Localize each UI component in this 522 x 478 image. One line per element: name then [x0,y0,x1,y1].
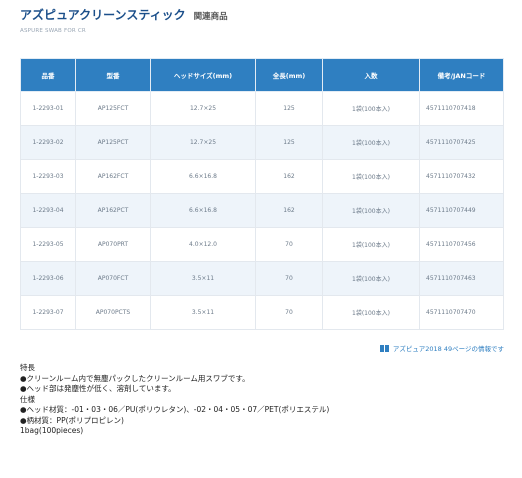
item-number-cell: 1-2293-03 [20,159,76,194]
spec-item: 1bag(100pieces) [20,426,84,435]
head-size-cell: 3.5×11 [150,261,256,296]
book-icon [379,344,389,352]
spec-item: ●ヘッド材質：-01・03・06／PU(ポリウレタン)、-02・04・05・07… [20,405,330,414]
table-row: 1-2293-07 AP070PCTS 3.5×11 70 1袋(100本入) 45711… [20,295,504,330]
specs-section: 特長 ●クリーンルーム内で無塵パックしたクリーンルーム用スワブです。 ●ヘッド部… [20,363,329,437]
table-row: 1-2293-04 AP162PCT 6.6×16.8 162 1袋(100本入) 457… [20,193,504,228]
head-size-cell: 12.7×25 [150,125,256,160]
jan-code-cell: 4571110707470 [419,295,504,330]
jan-code-cell: 4571110707449 [419,193,504,228]
page-header: アズピュアクリーンスティック 関連商品 ASPURE SWAB FOR CR [20,6,522,34]
head-size-cell: 4.0×12.0 [150,227,256,262]
model-number-cell: AP162PCT [75,193,151,228]
quantity-cell: 1袋(100本入) [322,295,420,330]
table-row: 1-2293-05 AP070PRT 4.0×12.0 70 1袋(100本入) 4571… [20,227,504,262]
length-cell: 70 [255,227,323,262]
model-number-cell: AP070FCT [75,261,151,296]
column-header: 備考/JANコード [419,58,504,92]
table-row: 1-2293-06 AP070FCT 3.5×11 70 1袋(100本入) 457111… [20,261,504,296]
page-title: アズピュアクリーンスティック [20,8,186,22]
spec-item: ●柄材質：PP(ポリプロピレン) [20,415,124,425]
item-number-cell: 1-2293-06 [20,261,76,296]
product-table: 品番 型番 ヘッドサイズ(mm) 全長(mm) 入数 備考/JANコード 1-2… [20,58,504,330]
table-row: 1-2293-01 AP125FCT 12.7×25 125 1袋(100本入) 4571… [20,91,504,126]
table-header-row: 品番 型番 ヘッドサイズ(mm) 全長(mm) 入数 備考/JANコード [20,58,504,92]
table-row: 1-2293-03 AP162FCT 6.6×16.8 162 1袋(100本入) 457… [20,159,504,194]
jan-code-cell: 4571110707425 [419,125,504,160]
product-table-container: 品番 型番 ヘッドサイズ(mm) 全長(mm) 入数 備考/JANコード 1-2… [20,58,504,330]
head-size-cell: 12.7×25 [150,91,256,126]
length-cell: 125 [255,91,323,126]
quantity-cell: 1袋(100本入) [322,227,420,262]
model-number-cell: AP070PCTS [75,295,151,330]
spec-heading: 仕様 [20,394,35,404]
length-cell: 70 [255,295,323,330]
quantity-cell: 1袋(100本入) [322,261,420,296]
head-size-cell: 3.5×11 [150,295,256,330]
item-number-cell: 1-2293-07 [20,295,76,330]
head-size-cell: 6.6×16.8 [150,159,256,194]
catalog-note-text: アズピュア2018 49ページの情報です [392,345,504,353]
column-header: 全長(mm) [255,58,323,92]
column-header: 型番 [75,58,151,92]
length-cell: 70 [255,261,323,296]
jan-code-cell: 4571110707432 [419,159,504,194]
quantity-cell: 1袋(100本入) [322,91,420,126]
item-number-cell: 1-2293-01 [20,91,76,126]
column-header: 品番 [20,58,76,92]
item-number-cell: 1-2293-04 [20,193,76,228]
jan-code-cell: 4571110707463 [419,261,504,296]
length-cell: 162 [255,159,323,194]
catalog-note: アズピュア2018 49ページの情報です [379,343,504,353]
feature-item: ●クリーンルーム内で無塵パックしたクリーンルーム用スワブです。 [20,373,250,383]
title-row: アズピュアクリーンスティック 関連商品 [20,6,522,23]
model-number-cell: AP125FCT [75,91,151,126]
quantity-cell: 1袋(100本入) [322,159,420,194]
item-number-cell: 1-2293-05 [20,227,76,262]
model-number-cell: AP125PCT [75,125,151,160]
model-number-cell: AP162FCT [75,159,151,194]
quantity-cell: 1袋(100本入) [322,193,420,228]
table-row: 1-2293-02 AP125PCT 12.7×25 125 1袋(100本入) 4571… [20,125,504,160]
features-heading: 特長 [20,363,35,372]
length-cell: 162 [255,193,323,228]
quantity-cell: 1袋(100本入) [322,125,420,160]
jan-code-cell: 4571110707418 [419,91,504,126]
feature-item: ●ヘッド部は発塵性が低く、溶剤しています。 [20,384,176,393]
english-title: ASPURE SWAB FOR CR [20,28,86,34]
head-size-cell: 6.6×16.8 [150,193,256,228]
column-header: ヘッドサイズ(mm) [150,58,256,92]
jan-code-cell: 4571110707456 [419,227,504,262]
model-number-cell: AP070PRT [75,227,151,262]
column-header: 入数 [322,58,420,92]
item-number-cell: 1-2293-02 [20,125,76,160]
length-cell: 125 [255,125,323,160]
page-subtitle: 関連商品 [193,12,228,22]
